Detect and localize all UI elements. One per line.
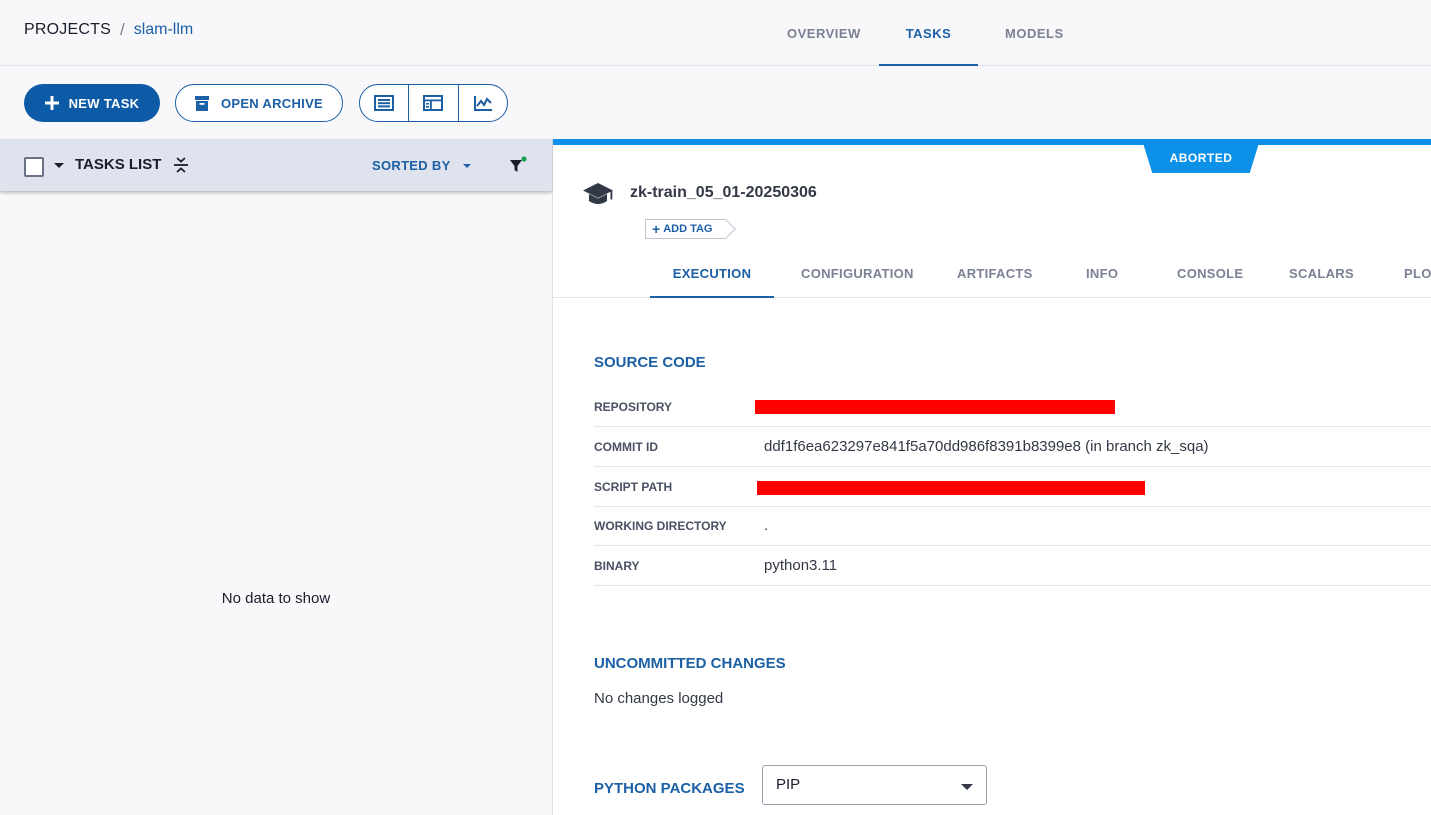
compare-chart-button[interactable] xyxy=(457,85,507,121)
task-name[interactable]: zk-train_05_01-20250306 xyxy=(630,184,817,202)
collapse-icon[interactable] xyxy=(173,156,189,179)
plus-icon: + xyxy=(652,221,661,237)
tab-configuration[interactable]: CONFIGURATION xyxy=(801,249,914,297)
sorted-by-dropdown[interactable]: SORTED BY xyxy=(372,158,471,173)
tab-models[interactable]: MODELS xyxy=(1005,0,1064,66)
open-archive-label: OPEN ARCHIVE xyxy=(220,95,324,111)
redacted-block xyxy=(755,400,1115,414)
breadcrumb-projects-link[interactable]: PROJECTS xyxy=(24,21,111,39)
task-details-panel: ABORTED zk-train_05_01-20250306 + ADD TA… xyxy=(553,139,1431,815)
app-header: PROJECTS / slam-llm OVERVIEW TASKS MODEL… xyxy=(0,0,1431,66)
commit-id-value: ddf1f6ea623297e841f5a70dd986f8391b8399e8… xyxy=(764,438,1209,455)
tasks-list-header: TASKS LIST SORTED BY xyxy=(0,139,552,191)
uncommitted-changes-text: No changes logged xyxy=(594,690,724,707)
details-view-icon xyxy=(423,95,444,111)
binary-row: BINARY python3.11 xyxy=(594,546,1431,586)
training-task-icon xyxy=(582,181,614,214)
working-directory-label: WORKING DIRECTORY xyxy=(594,519,727,533)
redacted-block xyxy=(757,481,1145,495)
empty-state-text: No data to show xyxy=(221,590,331,607)
sorted-by-label: SORTED BY xyxy=(372,158,451,173)
tab-console[interactable]: CONSOLE xyxy=(1177,249,1243,297)
tasks-list-panel: TASKS LIST SORTED BY No data to show xyxy=(0,139,553,815)
binary-value: python3.11 xyxy=(764,557,838,574)
binary-label: BINARY xyxy=(594,559,640,573)
tab-tasks-label: TASKS xyxy=(905,25,952,41)
package-manager-value: PIP xyxy=(776,776,801,793)
table-view-button[interactable] xyxy=(360,85,408,121)
filter-icon[interactable] xyxy=(508,156,528,179)
archive-icon xyxy=(194,95,209,111)
select-menu-caret-icon[interactable] xyxy=(54,163,64,168)
open-archive-button[interactable]: OPEN ARCHIVE xyxy=(175,84,343,122)
script-path-row: SCRIPT PATH xyxy=(594,467,1431,507)
chevron-down-icon xyxy=(961,784,973,790)
view-mode-toggle xyxy=(359,84,508,122)
chevron-down-icon xyxy=(462,163,471,168)
repository-label: REPOSITORY xyxy=(594,400,673,414)
package-manager-select[interactable]: PIP xyxy=(762,765,987,805)
details-view-button[interactable] xyxy=(408,85,457,121)
python-packages-title: PYTHON PACKAGES xyxy=(594,780,745,797)
repository-row: REPOSITORY xyxy=(594,387,1431,427)
plus-icon xyxy=(44,96,59,110)
tab-scalars[interactable]: SCALARS xyxy=(1289,249,1354,297)
table-view-icon xyxy=(374,95,395,111)
working-directory-value: . xyxy=(764,517,769,534)
new-task-button[interactable]: NEW TASK xyxy=(24,84,160,122)
task-details-tabs: EXECUTION CONFIGURATION ARTIFACTS INFO C… xyxy=(553,249,1431,298)
tab-overview[interactable]: OVERVIEW xyxy=(787,0,861,66)
uncommitted-changes-title: UNCOMMITTED CHANGES xyxy=(594,655,786,672)
script-path-label: SCRIPT PATH xyxy=(594,480,673,494)
toolbar: NEW TASK OPEN ARCHIVE xyxy=(0,66,1431,139)
commit-id-label: COMMIT ID xyxy=(594,440,658,454)
tab-info[interactable]: INFO xyxy=(1086,249,1118,297)
breadcrumb: PROJECTS / slam-llm xyxy=(24,20,193,40)
add-tag-label: ADD TAG xyxy=(663,223,713,235)
status-color-bar xyxy=(553,139,1431,145)
compare-chart-icon xyxy=(473,96,492,111)
tasks-list-title: TASKS LIST xyxy=(75,156,162,173)
tab-plots[interactable]: PLOTS xyxy=(1404,249,1431,297)
add-tag-button[interactable]: + ADD TAG xyxy=(645,219,727,239)
new-task-label: NEW TASK xyxy=(68,95,140,111)
tab-tasks[interactable]: TASKS xyxy=(879,0,978,66)
select-all-checkbox[interactable] xyxy=(24,157,44,177)
working-directory-row: WORKING DIRECTORY . xyxy=(594,506,1431,546)
tab-execution[interactable]: EXECUTION xyxy=(650,249,774,298)
breadcrumb-separator: / xyxy=(119,20,125,39)
tab-artifacts[interactable]: ARTIFACTS xyxy=(957,249,1033,297)
status-badge: ABORTED xyxy=(1143,143,1259,173)
commit-row: COMMIT ID ddf1f6ea623297e841f5a70dd986f8… xyxy=(594,427,1431,467)
breadcrumb-project-link[interactable]: slam-llm xyxy=(134,21,194,39)
source-code-title: SOURCE CODE xyxy=(594,354,706,371)
